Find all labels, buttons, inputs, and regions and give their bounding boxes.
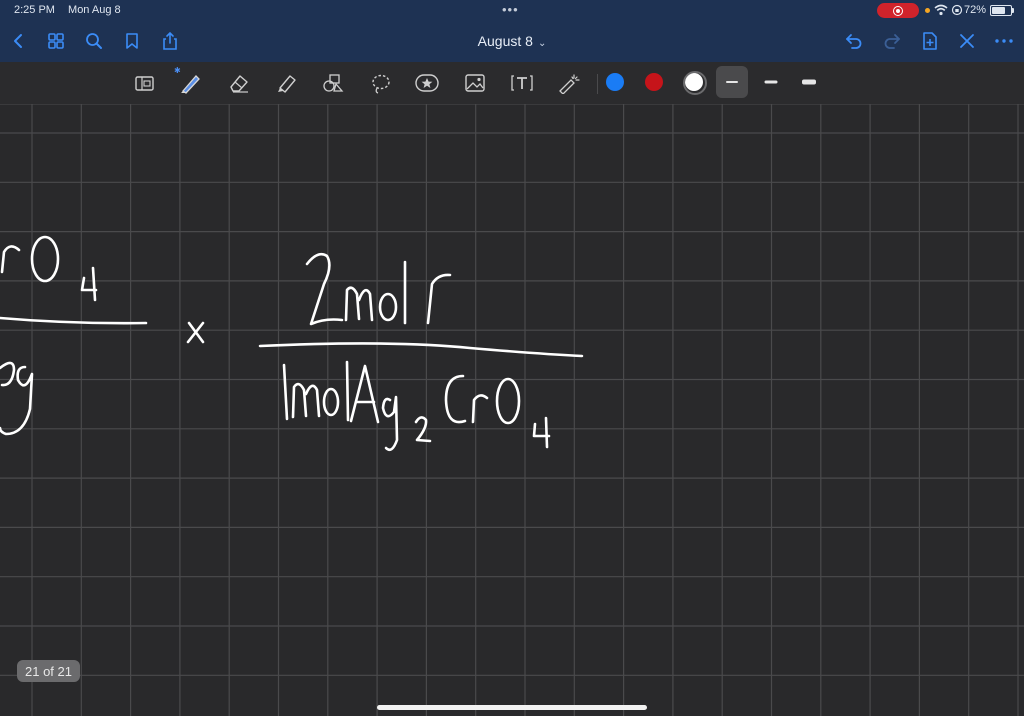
color-swatch-blue[interactable] bbox=[606, 73, 624, 91]
ink-right-numerator-slash bbox=[426, 273, 452, 325]
stroke-width-medium[interactable] bbox=[755, 66, 787, 98]
ink-right-denominator-o bbox=[322, 387, 340, 417]
more-icon[interactable] bbox=[994, 31, 1014, 51]
screen-recording-icon[interactable] bbox=[877, 3, 919, 18]
close-icon[interactable] bbox=[957, 31, 977, 51]
ink-right-denominator-sub4 bbox=[532, 416, 551, 449]
pen-icon[interactable] bbox=[178, 72, 202, 94]
selected-color-ring bbox=[683, 71, 707, 95]
stroke-width-thin[interactable] bbox=[716, 66, 748, 98]
laser-pointer-icon[interactable] bbox=[557, 72, 581, 94]
ink-right-denominator-sub2 bbox=[414, 416, 432, 443]
document-title-text[interactable]: August 8 bbox=[478, 33, 533, 49]
ink-right-denominator-r bbox=[471, 394, 489, 424]
ink-right-fraction-bar bbox=[258, 342, 584, 358]
tool-bar: ✱ bbox=[0, 62, 1024, 105]
color-swatch-red[interactable] bbox=[645, 73, 663, 91]
document-title[interactable]: August 8 ⌄ bbox=[0, 33, 1024, 49]
handwritten-equation[interactable] bbox=[0, 104, 1024, 716]
ink-right-denominator-C bbox=[444, 374, 467, 424]
ink-right-denominator-g bbox=[381, 395, 399, 452]
note-canvas[interactable] bbox=[0, 104, 1024, 716]
battery-percent: 72% bbox=[964, 4, 987, 16]
ink-right-denominator-m bbox=[291, 382, 321, 419]
ink-left-numerator-r bbox=[0, 245, 21, 274]
shapes-icon[interactable] bbox=[321, 72, 345, 94]
top-bar: 2:25 PM Mon Aug 8 ••• 72% August 8 ⌄ bbox=[0, 0, 1024, 62]
page-view-icon[interactable] bbox=[133, 72, 157, 94]
stroke-width-thick[interactable] bbox=[793, 66, 825, 98]
text-icon[interactable] bbox=[510, 72, 534, 94]
ink-right-denominator-O bbox=[495, 377, 521, 425]
status-time: 2:25 PM bbox=[14, 4, 55, 16]
ink-right-denominator-A bbox=[349, 364, 380, 424]
ink-left-numerator-O bbox=[30, 235, 60, 283]
home-indicator[interactable] bbox=[377, 705, 647, 710]
mic-in-use-indicator bbox=[925, 8, 930, 13]
battery-icon bbox=[990, 5, 1014, 16]
toolbar-divider bbox=[597, 74, 598, 94]
ink-left-numerator-sub4 bbox=[80, 266, 98, 302]
chevron-down-icon[interactable]: ⌄ bbox=[538, 38, 546, 49]
ink-multiply-x bbox=[186, 321, 205, 344]
ink-right-denominator-1 bbox=[282, 363, 289, 421]
ink-right-numerator-m bbox=[344, 286, 374, 322]
ink-left-denominator-g bbox=[0, 361, 34, 436]
page-indicator: 21 of 21 bbox=[17, 660, 80, 682]
status-date: Mon Aug 8 bbox=[68, 4, 121, 16]
add-page-icon[interactable] bbox=[920, 31, 940, 51]
status-bar-left: 2:25 PM Mon Aug 8 bbox=[14, 4, 131, 16]
sticker-icon[interactable] bbox=[415, 72, 439, 94]
undo-icon[interactable] bbox=[844, 31, 864, 51]
ink-right-denominator-l bbox=[345, 360, 350, 422]
wifi-icon bbox=[934, 3, 948, 21]
rotation-lock-icon bbox=[951, 3, 963, 21]
highlighter-icon[interactable] bbox=[274, 72, 298, 94]
multitasking-dots-icon[interactable]: ••• bbox=[502, 2, 519, 17]
image-icon[interactable] bbox=[463, 72, 487, 94]
redo-icon[interactable] bbox=[882, 31, 902, 51]
ink-right-numerator-o bbox=[378, 292, 398, 322]
ink-right-numerator-2 bbox=[305, 252, 344, 326]
ink-left-fraction-bar bbox=[0, 316, 148, 325]
eraser-icon[interactable] bbox=[227, 72, 251, 94]
lasso-icon[interactable] bbox=[369, 72, 393, 94]
